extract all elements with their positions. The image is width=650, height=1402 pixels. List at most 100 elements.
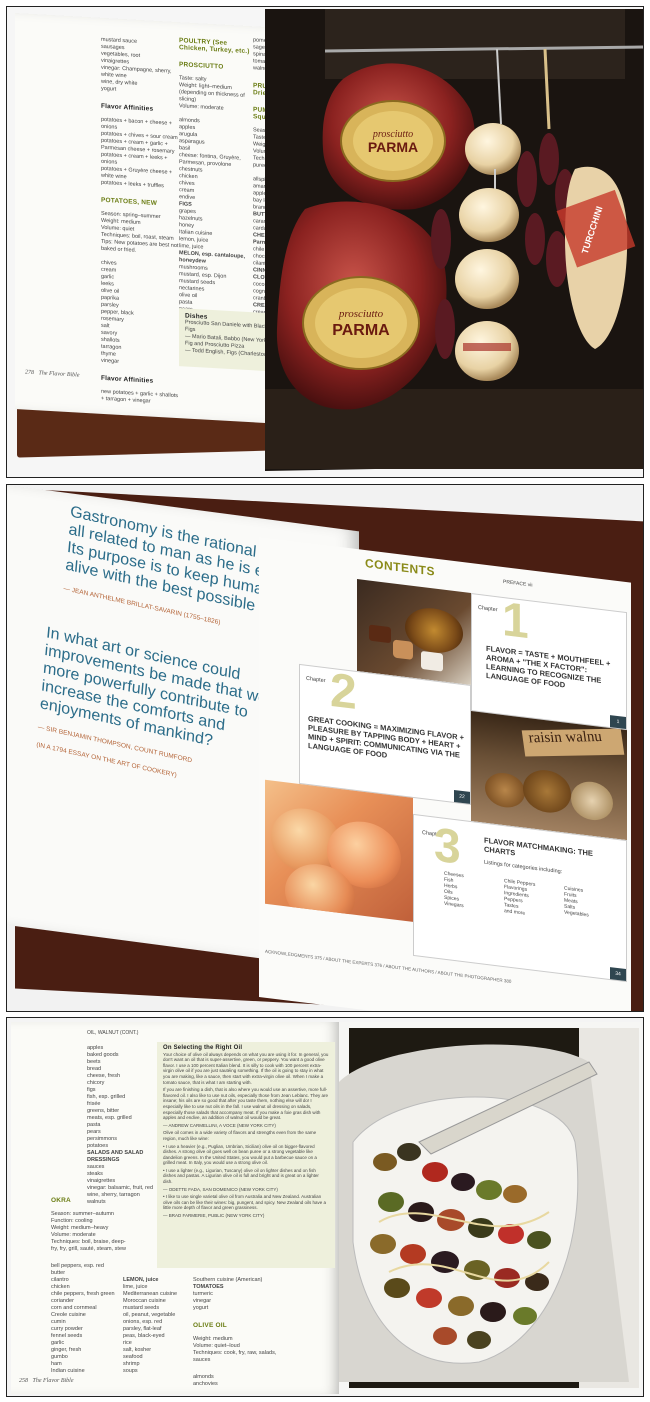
ingredient-item: cheese, fresh xyxy=(87,1073,121,1079)
ingredient-item: LEMON, juice xyxy=(123,1277,159,1283)
sidebar-paragraph: — BRAD FARMERIE, PUBLIC (NEW YORK CITY) xyxy=(163,1213,265,1219)
ingredient-item: apples xyxy=(87,1045,104,1051)
page-folio-3: 258 The Flavor Bible xyxy=(19,1378,74,1384)
ingredient-item: lime, juice xyxy=(123,1284,148,1290)
ingredient-item: fennel seeds xyxy=(51,1333,83,1339)
sidebar-paragraph: — ODETTE FADA, SAN DOMENICO (NEW YORK CI… xyxy=(163,1186,278,1192)
info-line: Volume: quiet–loud xyxy=(193,1343,240,1349)
info-line: Weight: medium xyxy=(193,1336,233,1342)
ingredient-item: Southern cuisine (American) xyxy=(193,1277,263,1283)
ingredient-item: onions, esp. red xyxy=(123,1319,163,1325)
ingredient-item: turmeric xyxy=(193,1291,213,1297)
chapter-3-box: Chapter 3 FLAVOR MATCHMAKING: THE CHARTS… xyxy=(413,813,627,983)
info-line: Weight: medium–heavy xyxy=(51,1225,109,1231)
column-b-3: LEMON, juice lime, juice Mediterranean cui… xyxy=(123,1270,193,1382)
col-a-list-3: apples baked goods beets bread cheese, fresh… xyxy=(87,1045,159,1206)
ingredient-item: bread xyxy=(87,1066,102,1072)
ch3-page-badge: 34 xyxy=(610,967,626,982)
info-line: Season: summer–autumn xyxy=(51,1211,114,1217)
ingredient-item: soups xyxy=(123,1368,138,1374)
preface-line: PREFACE vii xyxy=(503,578,533,589)
col-c3-list-3: almonds anchovies xyxy=(193,1374,279,1388)
ingredient-item: baked goods xyxy=(87,1052,119,1058)
ingredient-item: frisée xyxy=(87,1101,101,1107)
olive-oil-heading: OLIVE OIL xyxy=(193,1322,227,1329)
ingredient-item: rice xyxy=(123,1340,132,1346)
potatoes-new-info: Season: spring–summer Weight: medium Volum… xyxy=(101,211,181,257)
ingredient-item: pears xyxy=(87,1129,101,1135)
ingredient-item: butter xyxy=(51,1270,66,1276)
right-page-2: CONTENTS PREFACE vii Chapter 1 FLAVOR = … xyxy=(259,537,631,1011)
chapter-1-box: Chapter 1 FLAVOR = TASTE + MOUTHFEEL + A… xyxy=(471,593,627,731)
ingredient-item: salt, kosher xyxy=(123,1347,152,1353)
info-line: Volume: moderate xyxy=(51,1232,96,1238)
sidebar-paragraph: • I use a lighter (e.g., Ligurian, Tusca… xyxy=(163,1167,319,1185)
sidebar-paragraph: — ANDREW CARMELLINI, A VOCE (NEW YORK CI… xyxy=(163,1122,276,1128)
ch2-page-badge: 22 xyxy=(454,789,470,804)
running-foot: The Flavor Bible xyxy=(38,370,80,379)
left-page-3: OIL, WALNUT (CONT.) apples baked goods bee… xyxy=(11,1022,339,1394)
chapter-2-box: Chapter 2 GREAT COOKING = MAXIMIZING FLA… xyxy=(299,664,471,806)
photo-olive-spread: OIL, WALNUT (CONT.) apples baked goods bee… xyxy=(6,1017,644,1397)
ingredient-item: almonds xyxy=(193,1374,214,1380)
column-a: mustard sauce sausages vegetables, root vin… xyxy=(101,30,181,414)
ingredient-item: TOMATOES xyxy=(193,1284,224,1290)
ingredient-item: Mediterranean cuisine xyxy=(123,1291,178,1297)
contents-title: CONTENTS xyxy=(365,556,435,579)
poultry-heading: POULTRY (See Chicken, Turkey, etc.) xyxy=(179,37,250,56)
col-a3-list: chives cream garlic leeks olive oil paprika pa… xyxy=(101,260,181,369)
ingredient-item: mustard seeds xyxy=(123,1305,160,1311)
sidebar-paragraph: Your choice of olive oil always depends … xyxy=(163,1051,329,1085)
sidebar-paragraph: • I use a heavier (e.g., Puglian, Umbria… xyxy=(163,1143,317,1166)
ingredient-item: figs xyxy=(87,1087,96,1093)
ingredient-item: curry powder xyxy=(51,1326,83,1332)
column-c-3: Southern cuisine (American) TOMATOES turme… xyxy=(193,1270,279,1395)
prosciutto-heading: PROSCIUTTO xyxy=(179,61,224,71)
potatoes-new-heading: POTATOES, NEW xyxy=(101,196,158,207)
col-c2-list-3: Southern cuisine (American) TOMATOES turme… xyxy=(193,1277,279,1312)
ingredient-item: meats, esp. grilled xyxy=(87,1115,132,1121)
running-header: OIL, WALNUT (CONT.) xyxy=(87,1030,139,1036)
ingredient-item: parsley, flat-leaf xyxy=(123,1326,162,1332)
raisin-sign: raisin walnu xyxy=(521,728,625,757)
info-line: Techniques: cook, fry, raw, salads, sauc… xyxy=(193,1350,277,1363)
ham-label-main: PARMA xyxy=(368,139,418,155)
ingredient-item: vinaigrettes xyxy=(87,1178,116,1184)
ingredient-item: corn and cornmeal xyxy=(51,1305,97,1311)
sidebar-paragraph: If you are finishing a dish, that is als… xyxy=(163,1087,329,1121)
col-b-list: almonds apples arugula asparagus basil cheese… xyxy=(179,117,255,331)
ingredient-item: pasta xyxy=(87,1122,101,1128)
page-number-3: 258 xyxy=(19,1378,28,1384)
ingredient-item: chicory xyxy=(87,1080,105,1086)
affinity-line: new potatoes + garlic + shallots + tarra… xyxy=(101,388,179,405)
ingredient-item: ginger, fresh xyxy=(51,1347,82,1353)
flavor-affinities-heading-2: Flavor Affinities xyxy=(101,374,154,385)
ingredient-item: seafood xyxy=(123,1354,143,1360)
ingredient-item: Indian cuisine xyxy=(51,1368,85,1374)
col-a2-list-3: bell peppers, esp. red butter cilantro chic… xyxy=(51,1263,131,1375)
ingredient-item: yogurt xyxy=(193,1305,209,1311)
page-number: 278 xyxy=(25,369,34,377)
ingredient-item: vinegar xyxy=(193,1298,212,1304)
page-folio: 278 The Flavor Bible xyxy=(25,370,80,379)
photo-prosciutto-spread: mustard sauce sausages vegetables, root vin… xyxy=(6,6,644,478)
info-line: Function: cooling xyxy=(51,1218,93,1224)
ingredient-item: persimmons xyxy=(87,1136,117,1142)
ham-label-main-2: PARMA xyxy=(332,322,390,339)
okra-heading: OKRA xyxy=(51,1197,71,1204)
ch1-chapter-label: Chapter xyxy=(478,604,498,614)
running-foot-3: The Flavor Bible xyxy=(32,1378,74,1384)
deli-photo: prosciutto PARMA prosciutto PARMA TURCCH… xyxy=(265,9,643,471)
ingredient-item: cilantro xyxy=(51,1277,69,1283)
ch2-food-image: raisin walnu xyxy=(471,711,627,841)
ingredient-item: peas, black-eyed xyxy=(123,1333,165,1339)
sidebar-paragraphs: Your choice of olive oil always depends … xyxy=(163,1052,329,1219)
ingredient-item: shrimp xyxy=(123,1361,140,1367)
ham-label-top-2: prosciutto xyxy=(338,308,384,320)
ingredient-item: chicken xyxy=(51,1284,70,1290)
ingredient-item: greens, bitter xyxy=(87,1108,120,1114)
ingredient-item: steaks xyxy=(87,1171,103,1177)
ch1-title: FLAVOR = TASTE + MOUTHFEEL + AROMA + "TH… xyxy=(486,643,611,690)
ingredient-item: fish, esp. grilled xyxy=(87,1094,126,1100)
col-b2-list-3: LEMON, juice lime, juice Mediterranean cui… xyxy=(123,1277,193,1375)
